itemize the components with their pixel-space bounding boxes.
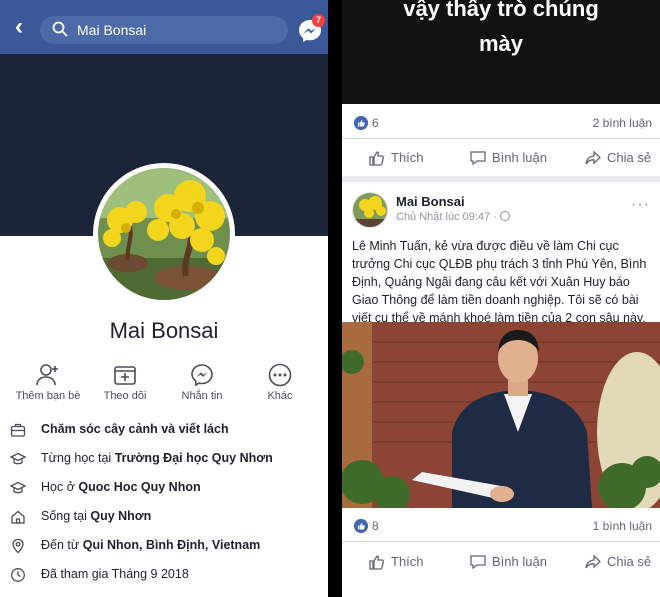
intro-lives-prefix: Sống tại xyxy=(41,509,91,523)
reactions-summary[interactable]: 6 2 bình luận xyxy=(342,113,660,137)
follow-button[interactable]: Theo dõi xyxy=(89,362,161,402)
share-button[interactable]: Chia sẻ xyxy=(584,144,660,172)
search-icon xyxy=(52,21,68,37)
intro-highschool-prefix: Học ở xyxy=(41,480,79,494)
post-options-button[interactable]: ··· xyxy=(631,196,650,214)
reaction-count: 8 xyxy=(372,519,379,533)
post-time-text: Chủ Nhật lúc 09:47 · xyxy=(396,211,497,223)
comment-count[interactable]: 2 bình luận xyxy=(593,116,652,130)
intro-from-value[interactable]: Qui Nhon, Bình Định, Vietnam xyxy=(83,538,261,552)
share-button[interactable]: Chia sẻ xyxy=(584,548,660,576)
post-footer: 6 2 bình luận Thích Bình luận Chia sẻ xyxy=(342,104,660,176)
add-friend-button[interactable]: Thêm bạn bè xyxy=(12,362,84,402)
like-button[interactable]: Thích xyxy=(368,548,438,576)
briefcase-icon xyxy=(10,423,26,437)
intro-joined: Đã tham gia Tháng 9 2018 xyxy=(0,563,328,589)
comment-label: Bình luận xyxy=(492,554,547,569)
post-author-avatar[interactable] xyxy=(352,192,388,228)
location-pin-icon xyxy=(12,538,24,554)
post-card: Mai Bonsai Chủ Nhật lúc 09:47 · ··· Lê M… xyxy=(342,182,660,597)
thumbs-up-icon xyxy=(369,555,384,570)
add-friend-label: Thêm bạn bè xyxy=(15,390,81,402)
search-input[interactable]: Mai Bonsai xyxy=(40,16,288,44)
share-icon xyxy=(585,554,601,569)
video-caption-line-2: mày xyxy=(478,31,524,56)
back-arrow-icon[interactable]: ‹ xyxy=(8,14,30,40)
post-timestamp[interactable]: Chủ Nhật lúc 09:47 · xyxy=(396,211,510,223)
share-icon xyxy=(585,150,601,165)
comment-button[interactable]: Bình luận xyxy=(469,548,559,576)
thumbs-up-icon xyxy=(369,151,384,166)
search-query: Mai Bonsai xyxy=(77,22,147,38)
message-button[interactable]: Nhắn tin xyxy=(166,362,238,402)
post-action-bar: Thích Bình luận Chia sẻ xyxy=(342,144,660,172)
more-label: Khác xyxy=(267,390,293,402)
profile-panel: ‹ Mai Bonsai 7 Mai Bonsai Thêm bạn bè Th… xyxy=(0,0,328,597)
man-reading-document-photo xyxy=(342,322,660,508)
video-post-media[interactable]: vậy thấy trò chúng mày xyxy=(342,0,660,104)
intro-education-highschool: Học ở Quoc Hoc Quy Nhon xyxy=(0,476,328,502)
intro-from: Đến từ Qui Nhon, Bình Định, Vietnam xyxy=(0,534,328,560)
comment-icon xyxy=(470,151,486,166)
post-author-name[interactable]: Mai Bonsai xyxy=(396,194,465,209)
profile-picture[interactable] xyxy=(93,163,235,305)
like-reaction-icon xyxy=(354,116,368,130)
messenger-icon xyxy=(191,364,213,387)
more-button[interactable]: Khác xyxy=(244,362,316,402)
intro-joined-text: Đã tham gia Tháng 9 2018 xyxy=(41,567,189,581)
intro-university-prefix: Từng học tại xyxy=(41,451,115,465)
graduation-cap-icon xyxy=(10,452,26,465)
comment-icon xyxy=(470,555,486,570)
home-icon xyxy=(11,510,25,524)
post-text: Lê Minh Tuấn, kẻ vừa được điều về làm Ch… xyxy=(352,239,647,325)
like-label: Thích xyxy=(391,554,424,569)
bonsai-thumbnail xyxy=(353,193,387,227)
follow-label: Theo dõi xyxy=(103,390,147,402)
feed-panel: vậy thấy trò chúng mày 6 2 bình luận Thí… xyxy=(342,0,660,597)
comment-count[interactable]: 1 bình luận xyxy=(593,519,652,533)
share-label: Chia sẻ xyxy=(607,150,652,165)
reactions-summary[interactable]: 8 1 bình luận xyxy=(342,516,660,540)
intro-work-value: Chăm sóc cây cảnh và viết lách xyxy=(41,422,229,436)
post-action-bar: Thích Bình luận Chia sẻ xyxy=(342,548,660,576)
post-photo[interactable] xyxy=(342,322,660,508)
video-caption-line-1: vậy thấy trò chúng xyxy=(403,0,599,21)
notification-badge: 7 xyxy=(312,14,325,27)
clock-icon xyxy=(11,568,25,582)
intro-university-value[interactable]: Trường Đại học Quy Nhơn xyxy=(115,451,273,465)
intro-from-prefix: Đến từ xyxy=(41,538,83,552)
more-icon xyxy=(268,363,292,387)
divider xyxy=(342,138,660,139)
like-reaction-icon xyxy=(354,519,368,533)
bonsai-photo xyxy=(98,168,230,300)
intro-education-university: Từng học tại Trường Đại học Quy Nhơn xyxy=(0,447,328,473)
comment-button[interactable]: Bình luận xyxy=(469,144,559,172)
comment-label: Bình luận xyxy=(492,150,547,165)
graduation-cap-icon xyxy=(10,481,26,494)
like-label: Thích xyxy=(391,150,424,165)
message-label: Nhắn tin xyxy=(181,390,223,402)
globe-icon xyxy=(499,211,510,221)
intro-highschool-value[interactable]: Quoc Hoc Quy Nhon xyxy=(78,480,200,494)
follow-icon xyxy=(114,366,136,385)
like-button[interactable]: Thích xyxy=(368,144,438,172)
share-label: Chia sẻ xyxy=(607,554,652,569)
intro-lives-in: Sống tại Quy Nhơn xyxy=(0,505,328,531)
intro-lives-value[interactable]: Quy Nhơn xyxy=(90,509,151,523)
profile-actions: Thêm bạn bè Theo dõi Nhắn tin Khác xyxy=(0,362,328,406)
profile-name: Mai Bonsai xyxy=(109,318,219,343)
top-navigation-bar: ‹ Mai Bonsai 7 xyxy=(0,0,328,54)
intro-work: Chăm sóc cây cảnh và viết lách xyxy=(0,418,328,444)
reaction-count: 6 xyxy=(372,116,379,130)
divider xyxy=(342,541,660,542)
add-friend-icon xyxy=(36,364,58,386)
